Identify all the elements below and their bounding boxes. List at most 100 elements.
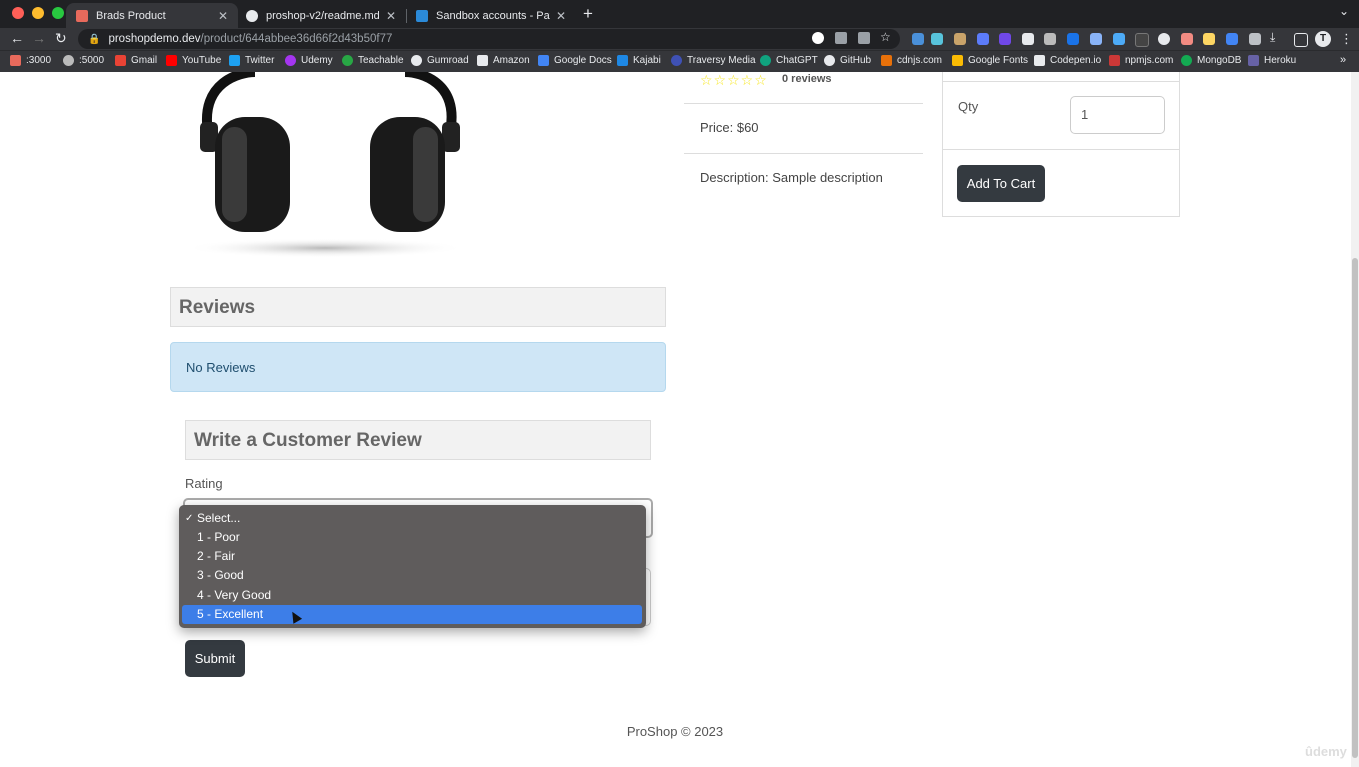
heroku-icon	[1248, 55, 1259, 66]
checkmark-icon: ✓	[185, 513, 194, 524]
close-tab-icon[interactable]: ✕	[556, 9, 566, 23]
proshop-icon	[76, 9, 88, 22]
more-bookmarks-icon[interactable]: »	[1340, 54, 1346, 66]
browser-toolbar: ← → ↻ 🔒 proshopdemo.dev/product/644abbee…	[0, 28, 1359, 50]
close-tab-icon[interactable]: ✕	[218, 9, 228, 23]
bookmark-item[interactable]: Twitter	[229, 55, 274, 66]
tab-brads-product[interactable]: Brads Product ✕	[66, 3, 238, 28]
kebab-menu-icon[interactable]: ⋮	[1340, 31, 1353, 47]
extension-icon[interactable]	[999, 33, 1011, 45]
twitter-icon	[229, 55, 240, 66]
paypal-icon	[416, 9, 428, 22]
bookmark-item[interactable]: :3000	[10, 55, 51, 66]
scrollbar-thumb[interactable]	[1352, 258, 1358, 758]
maximize-window-button[interactable]	[52, 7, 64, 19]
rating-option-select[interactable]: ✓ Select...	[182, 509, 642, 528]
address-bar[interactable]: 🔒 proshopdemo.dev/product/644abbee36d66f…	[78, 29, 900, 49]
bookmark-item[interactable]: MongoDB	[1181, 55, 1241, 66]
extension-icon[interactable]	[1226, 33, 1238, 45]
bookmark-item[interactable]: Teachable	[342, 55, 404, 66]
reviews-heading: Reviews	[170, 287, 666, 327]
bookmarks-bar: :3000 :5000 Gmail YouTube Twitter Udemy …	[0, 50, 1359, 72]
extension-icon[interactable]	[1181, 33, 1193, 45]
chevron-down-icon[interactable]: ⌄	[1339, 4, 1349, 18]
bookmark-item[interactable]: Gmail	[115, 55, 157, 66]
extension-icon[interactable]	[912, 33, 924, 45]
google-icon[interactable]	[812, 32, 824, 44]
tab-title: Sandbox accounts - PayPal De	[436, 9, 550, 22]
rating-option-5[interactable]: 5 - Excellent	[182, 605, 642, 624]
divider	[684, 103, 923, 104]
chatgpt-icon	[760, 55, 771, 66]
divider	[942, 149, 1180, 150]
rating-option-3[interactable]: 3 - Good	[182, 566, 642, 585]
close-window-button[interactable]	[12, 7, 24, 19]
extension-icon[interactable]	[1135, 33, 1149, 47]
bookmark-icon	[10, 55, 21, 66]
bookmark-item[interactable]: Gumroad	[411, 55, 469, 66]
bookmark-item[interactable]: :5000	[63, 55, 104, 66]
extension-icon[interactable]	[1158, 33, 1170, 45]
puzzle-icon[interactable]	[1249, 33, 1261, 45]
product-price: Price: $60	[700, 120, 759, 135]
bookmark-item[interactable]: npmjs.com	[1109, 55, 1173, 66]
extension-icon[interactable]	[1113, 33, 1125, 45]
bookmark-item[interactable]: Codepen.io	[1034, 55, 1101, 66]
qty-select[interactable]: 1	[1070, 96, 1165, 134]
extension-icon[interactable]	[1203, 33, 1215, 45]
react-devtools-icon[interactable]	[931, 33, 943, 45]
no-reviews-alert: No Reviews	[170, 342, 666, 392]
bookmark-item[interactable]: Heroku	[1248, 55, 1296, 66]
minimize-window-button[interactable]	[32, 7, 44, 19]
bookmark-item[interactable]: ChatGPT	[760, 55, 818, 66]
install-icon[interactable]	[835, 32, 847, 44]
extension-icon[interactable]	[954, 33, 966, 45]
divider	[942, 81, 1180, 82]
gear-icon[interactable]	[1044, 33, 1056, 45]
extension-icon[interactable]	[977, 33, 989, 45]
bookmark-item[interactable]: Kajabi	[617, 55, 661, 66]
share-icon[interactable]	[858, 32, 870, 44]
product-description: Description: Sample description	[700, 170, 883, 185]
rating-option-1[interactable]: 1 - Poor	[182, 528, 642, 547]
bookmark-item[interactable]: GitHub	[824, 55, 871, 66]
tab-paypal-sandbox[interactable]: Sandbox accounts - PayPal De ✕	[406, 3, 576, 28]
bookmark-star-icon[interactable]: ☆	[880, 30, 891, 44]
lock-icon[interactable]: 🔒	[88, 34, 100, 45]
tab-github-readme[interactable]: proshop-v2/readme.md at mai ✕	[236, 3, 406, 28]
reviews-count: 0 reviews	[782, 73, 832, 85]
bookmark-item[interactable]: Udemy	[285, 55, 333, 66]
bookmark-item[interactable]: Google Docs	[538, 55, 612, 66]
extension-icon[interactable]	[1022, 33, 1034, 45]
reload-icon[interactable]: ↻	[55, 30, 67, 47]
extension-icon[interactable]	[1067, 33, 1079, 45]
github-icon	[824, 55, 835, 66]
bookmark-item[interactable]: Google Fonts	[952, 55, 1028, 66]
mongodb-icon	[1181, 55, 1192, 66]
rating-option-4[interactable]: 4 - Very Good	[182, 586, 642, 605]
codepen-icon	[1034, 55, 1045, 66]
new-tab-icon[interactable]: +	[583, 4, 593, 24]
avatar[interactable]: T	[1315, 31, 1331, 47]
amazon-icon	[477, 55, 488, 66]
udemy-watermark: ûdemy	[1305, 744, 1347, 759]
add-to-cart-button[interactable]: Add To Cart	[957, 165, 1045, 202]
rating-option-2[interactable]: 2 - Fair	[182, 547, 642, 566]
rating-stars: ☆☆☆☆☆	[700, 72, 768, 88]
bookmark-item[interactable]: cdnjs.com	[881, 55, 942, 66]
submit-button[interactable]: Submit	[185, 640, 245, 677]
close-tab-icon[interactable]: ✕	[386, 9, 396, 23]
bookmark-item[interactable]: Amazon	[477, 55, 530, 66]
google-fonts-icon	[952, 55, 963, 66]
npm-icon	[1109, 55, 1120, 66]
sidebar-icon[interactable]	[1294, 33, 1308, 47]
bookmark-item[interactable]: Traversy Media	[671, 55, 756, 66]
forward-icon[interactable]: →	[32, 30, 46, 46]
extension-icon[interactable]	[1090, 33, 1102, 45]
bookmark-item[interactable]: YouTube	[166, 55, 221, 66]
url-path: /product/644abbee36d66f2d43b50f77	[200, 33, 393, 45]
product-image	[185, 72, 465, 258]
download-icon[interactable]: ⤓	[1270, 30, 1275, 45]
code-icon	[881, 55, 892, 66]
back-icon[interactable]: ←	[10, 30, 24, 46]
